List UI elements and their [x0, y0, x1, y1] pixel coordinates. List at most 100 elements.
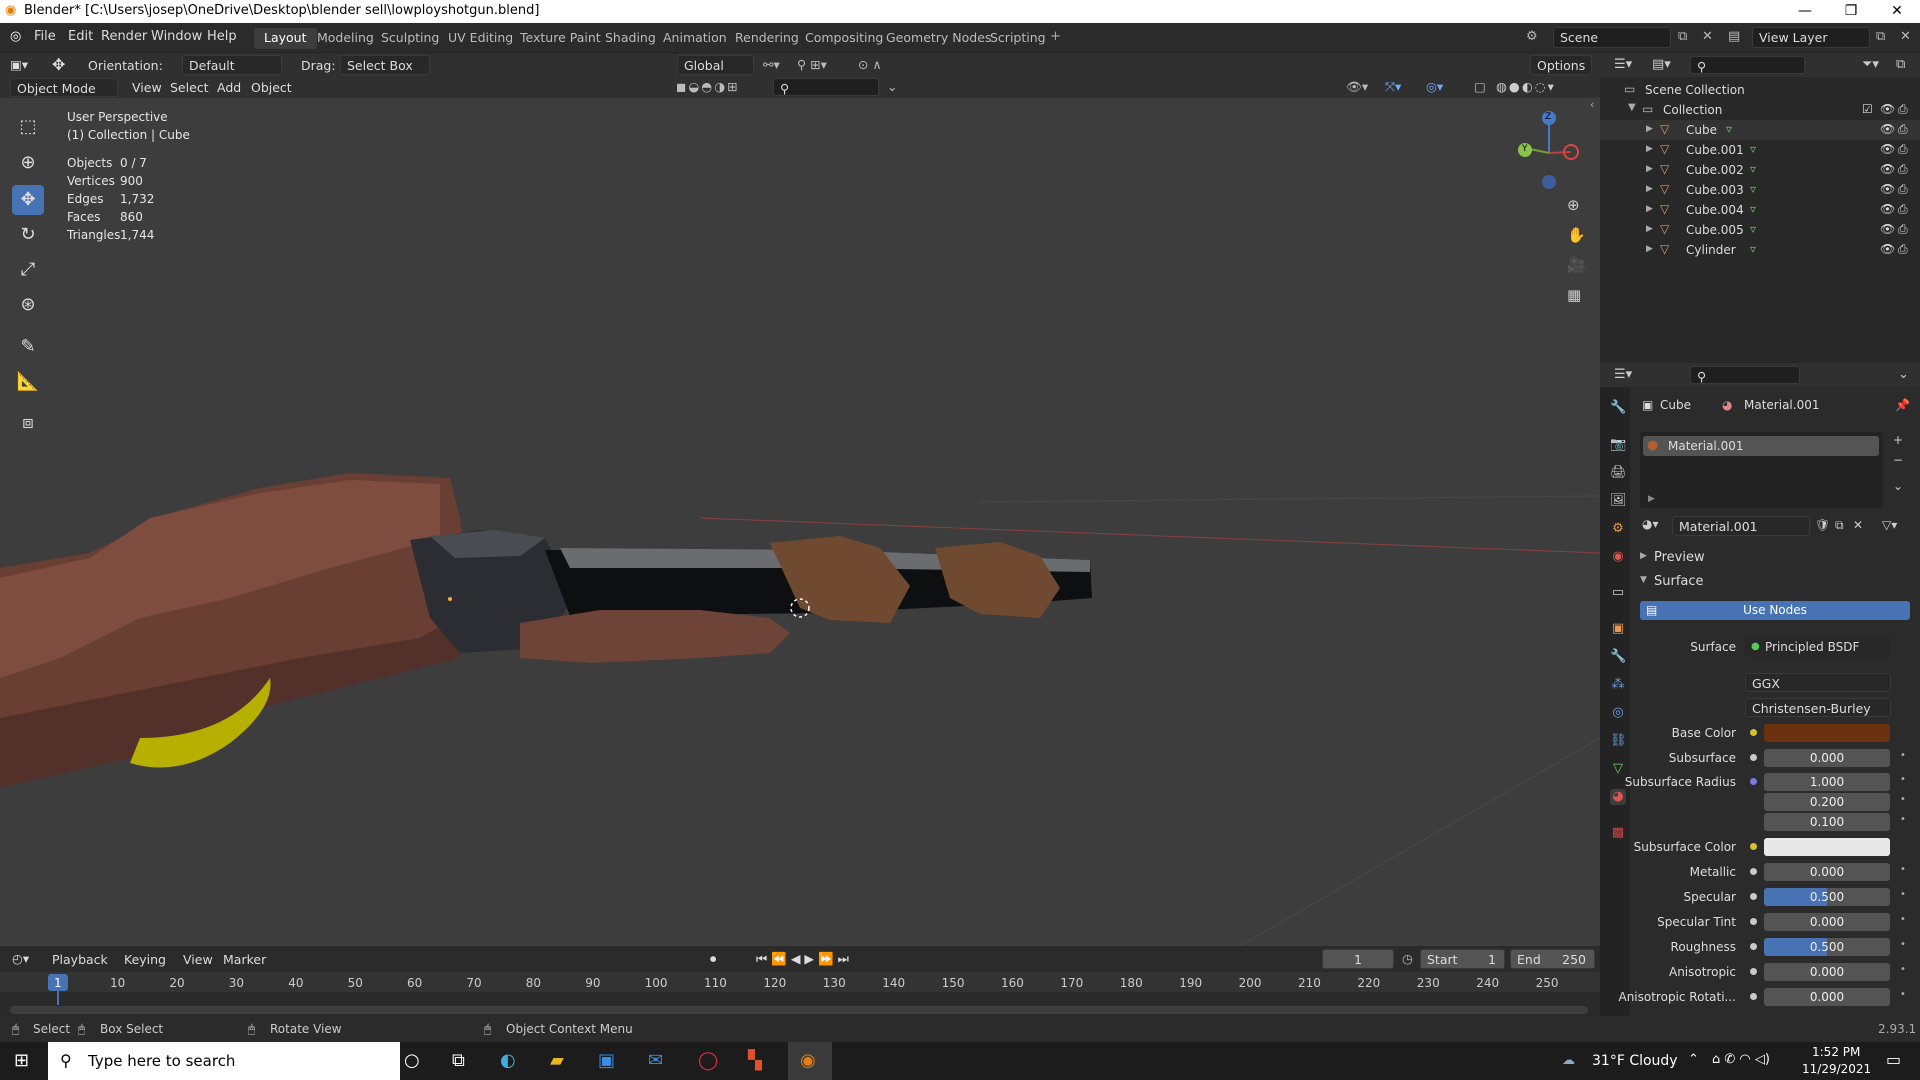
mesh-data-icon[interactable]: ▿	[1750, 142, 1756, 156]
file-explorer-icon[interactable]: ▰	[550, 1050, 564, 1071]
eye-icon[interactable]: 👁	[1880, 102, 1895, 116]
tray-chevron-icon[interactable]: ⌃	[1688, 1052, 1699, 1067]
outliner-collection[interactable]: ▼ ▭ Collection ☑ 👁 ⎙	[1600, 100, 1920, 120]
subsurface-method-dropdown[interactable]: Christensen-Burley	[1745, 698, 1891, 717]
outliner-search-icon[interactable]: ⚲	[1690, 56, 1805, 74]
xray-icon[interactable]: ▢	[1474, 79, 1486, 94]
tool-tab-icon[interactable]: 🔧	[1610, 400, 1626, 416]
keyframe-dot-icon[interactable]: •	[1900, 964, 1906, 975]
keyframe-dot-icon[interactable]: •	[1900, 989, 1906, 1000]
object-menu[interactable]: Object	[251, 80, 292, 95]
eye-icon[interactable]: 👁	[1880, 222, 1895, 236]
cortana-icon[interactable]: ○	[404, 1050, 420, 1071]
select-box-tool-icon[interactable]: ⬚	[12, 112, 44, 142]
opera-icon[interactable]: ◯	[698, 1050, 718, 1071]
outliner-object-row[interactable]: ▶ ▽ Cube.005 ▿ 👁 ⎙	[1600, 220, 1920, 240]
view-layer-field[interactable]: View Layer	[1752, 27, 1870, 48]
property-slider[interactable]: 0.000	[1764, 963, 1890, 981]
drag-dropdown[interactable]: Select Box	[340, 55, 430, 75]
pin-icon[interactable]: 📌	[1895, 398, 1910, 412]
view-menu[interactable]: View	[132, 80, 162, 95]
pivot-icon[interactable]: ⚯▾	[763, 57, 780, 72]
proportional-edit-icon[interactable]: ⊙ ∧	[858, 57, 882, 72]
weather-text[interactable]: 31°F Cloudy	[1592, 1053, 1678, 1069]
scene-field[interactable]: Scene	[1553, 27, 1671, 48]
view-layer-icon[interactable]: ▤	[1728, 29, 1740, 44]
scale-tool-icon[interactable]: ⤢	[12, 255, 44, 285]
output-tab-icon[interactable]: 🖨	[1610, 465, 1627, 481]
end-frame-field[interactable]: End 250	[1510, 949, 1595, 969]
keying-menu[interactable]: Keying	[124, 952, 166, 967]
pan-hand-icon[interactable]: ✋	[1567, 226, 1586, 244]
current-frame-field[interactable]: 1	[1322, 949, 1394, 969]
maximize-button[interactable]: ❐	[1828, 0, 1874, 23]
expand-arrow-icon[interactable]: ▶	[1646, 164, 1653, 174]
annotate-tool-icon[interactable]: ✎	[12, 332, 44, 362]
expand-arrow-icon[interactable]: ▶	[1646, 224, 1653, 234]
socket-dot[interactable]	[1750, 993, 1757, 1000]
use-nodes-button[interactable]: ▤ Use Nodes	[1640, 601, 1910, 620]
record-icon[interactable]: ⏺	[710, 951, 716, 967]
zoom-icon[interactable]: ⊕	[1567, 196, 1580, 214]
properties-search-icon[interactable]: ⚲	[1690, 366, 1800, 384]
measure-tool-icon[interactable]: 📐	[12, 367, 44, 397]
socket-dot[interactable]	[1750, 868, 1757, 875]
expand-arrow-icon[interactable]: ▶	[1646, 184, 1653, 194]
eye-icon[interactable]: 👁	[1880, 142, 1895, 156]
editor-type-icon[interactable]: ▣▾	[10, 57, 28, 72]
playback-controls-icons[interactable]: ⏮⏪◀▶⏩⏭	[756, 951, 853, 967]
camera-icon[interactable]: ⎙	[1898, 102, 1908, 117]
camera-icon[interactable]: ⎙	[1898, 122, 1908, 137]
outliner-object-row[interactable]: ▶ ▽ Cylinder ▿ 👁 ⎙	[1600, 240, 1920, 260]
keyframe-dot-icon[interactable]: •	[1900, 889, 1906, 900]
texture-tab-icon[interactable]: ▩	[1610, 825, 1626, 841]
property-value-field[interactable]: 0.100	[1764, 813, 1890, 831]
socket-dot[interactable]	[1750, 893, 1757, 900]
material-slot-item[interactable]: ● Material.001	[1643, 436, 1879, 456]
object-mode-dropdown[interactable]: Object Mode	[10, 78, 118, 97]
eye-icon[interactable]: 👁	[1880, 162, 1895, 176]
material-name-field[interactable]: Material.001	[1672, 516, 1810, 536]
socket-dot[interactable]	[1750, 778, 1757, 785]
sidebar-toggle-icon[interactable]: ‹	[1590, 98, 1594, 111]
camera-icon[interactable]: ⎙	[1898, 242, 1908, 257]
camera-icon[interactable]: ⎙	[1898, 162, 1908, 177]
viewport-filter-icon[interactable]: ⌄	[887, 79, 897, 94]
blender-taskbar-button[interactable]: ◉	[788, 1042, 832, 1080]
property-slider[interactable]: 0.500	[1764, 888, 1890, 906]
mesh-data-icon[interactable]: ▿	[1726, 122, 1732, 136]
camera-view-icon[interactable]: 🎥	[1567, 256, 1586, 274]
outliner-editor-icon[interactable]: ☰▾	[1614, 57, 1632, 72]
orientation-dropdown[interactable]: Default	[182, 55, 282, 75]
keyframe-dot-icon[interactable]: •	[1900, 774, 1906, 785]
viewport-search-icon[interactable]: ⚲	[773, 78, 879, 96]
browse-material-icon[interactable]: ◕▾	[1642, 517, 1659, 531]
checkbox-icon[interactable]: ☑	[1862, 102, 1873, 116]
new-collection-icon[interactable]: ⧉	[1896, 57, 1905, 72]
base-color-swatch[interactable]	[1764, 724, 1890, 742]
perspective-toggle-icon[interactable]: ▦	[1567, 286, 1581, 304]
outliner-scene-collection[interactable]: ▭ Scene Collection	[1600, 80, 1920, 100]
task-view-icon[interactable]: ⧉	[452, 1050, 465, 1071]
material-link-icon[interactable]: ▽▾	[1882, 518, 1897, 532]
mesh-data-icon[interactable]: ▿	[1750, 242, 1756, 256]
store-icon[interactable]: ▣	[598, 1050, 615, 1071]
expand-arrow-icon[interactable]: ▶	[1646, 144, 1653, 154]
unlink-material-icon[interactable]: ✕	[1853, 518, 1863, 532]
transform-tool-icon[interactable]: ⊛	[12, 290, 44, 320]
socket-dot[interactable]	[1750, 943, 1757, 950]
properties-options-icon[interactable]: ⌄	[1898, 367, 1909, 382]
mesh-data-icon[interactable]: ▿	[1750, 202, 1756, 216]
socket-dot[interactable]	[1750, 729, 1757, 736]
add-menu[interactable]: Add	[217, 80, 241, 95]
camera-icon[interactable]: ⎙	[1898, 142, 1908, 157]
expand-arrow-icon[interactable]: ▶	[1646, 244, 1653, 254]
timeline-ruler[interactable]: 1 10 20 30 40 50 60 70 80 90 100 110 120 130 140 150 160…	[0, 972, 1600, 1016]
surface-panel-header[interactable]: ▼ Surface	[1636, 572, 1920, 592]
menu-file[interactable]: File	[34, 29, 56, 44]
camera-icon[interactable]: ⎙	[1898, 182, 1908, 197]
select-menu[interactable]: Select	[170, 80, 209, 95]
remove-slot-icon[interactable]: −	[1893, 453, 1903, 467]
eye-icon[interactable]: 👁	[1880, 202, 1895, 216]
property-slider[interactable]: 0.500	[1764, 938, 1890, 956]
